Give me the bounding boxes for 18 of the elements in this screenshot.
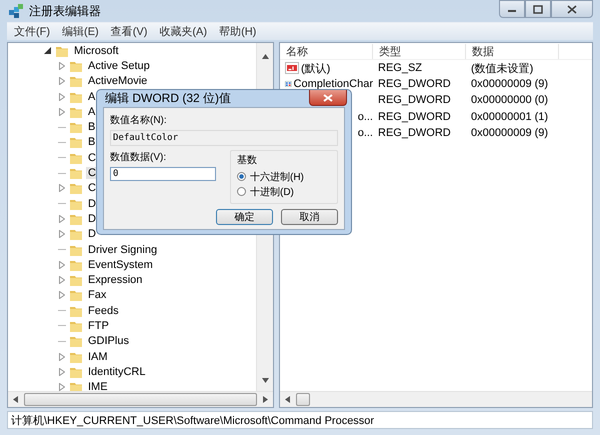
status-bar: 计算机\HKEY_CURRENT_USER\Software\Microsoft\Command Processor	[7, 411, 593, 429]
window-title: 注册表编辑器	[29, 2, 101, 20]
field-label: 数值名称(N):	[110, 114, 168, 127]
value-type: REG_DWORD	[377, 94, 452, 106]
field-label: 数值数据(V):	[110, 151, 168, 164]
group-label: 基数	[237, 154, 258, 167]
dialog-title: 编辑 DWORD (32 位)值	[105, 90, 231, 107]
value-data: 0x00000000 (0)	[470, 94, 550, 106]
radio-label: 十六进制(H)	[250, 170, 304, 184]
value-type: REG_SZ	[377, 62, 424, 74]
radio-label: 十进制(D)	[250, 186, 294, 198]
value-data: 0x00000001 (1)	[470, 110, 550, 123]
value-type: REG_DWORD	[377, 78, 452, 90]
value-type: REG_DWORD	[377, 126, 452, 139]
value-data: 0x00000009 (9)	[470, 126, 550, 139]
value-data: (数值未设置)	[470, 62, 534, 76]
value-type: REG_DWORD	[377, 110, 452, 123]
value-data: 0x00000009 (9)	[470, 78, 550, 90]
